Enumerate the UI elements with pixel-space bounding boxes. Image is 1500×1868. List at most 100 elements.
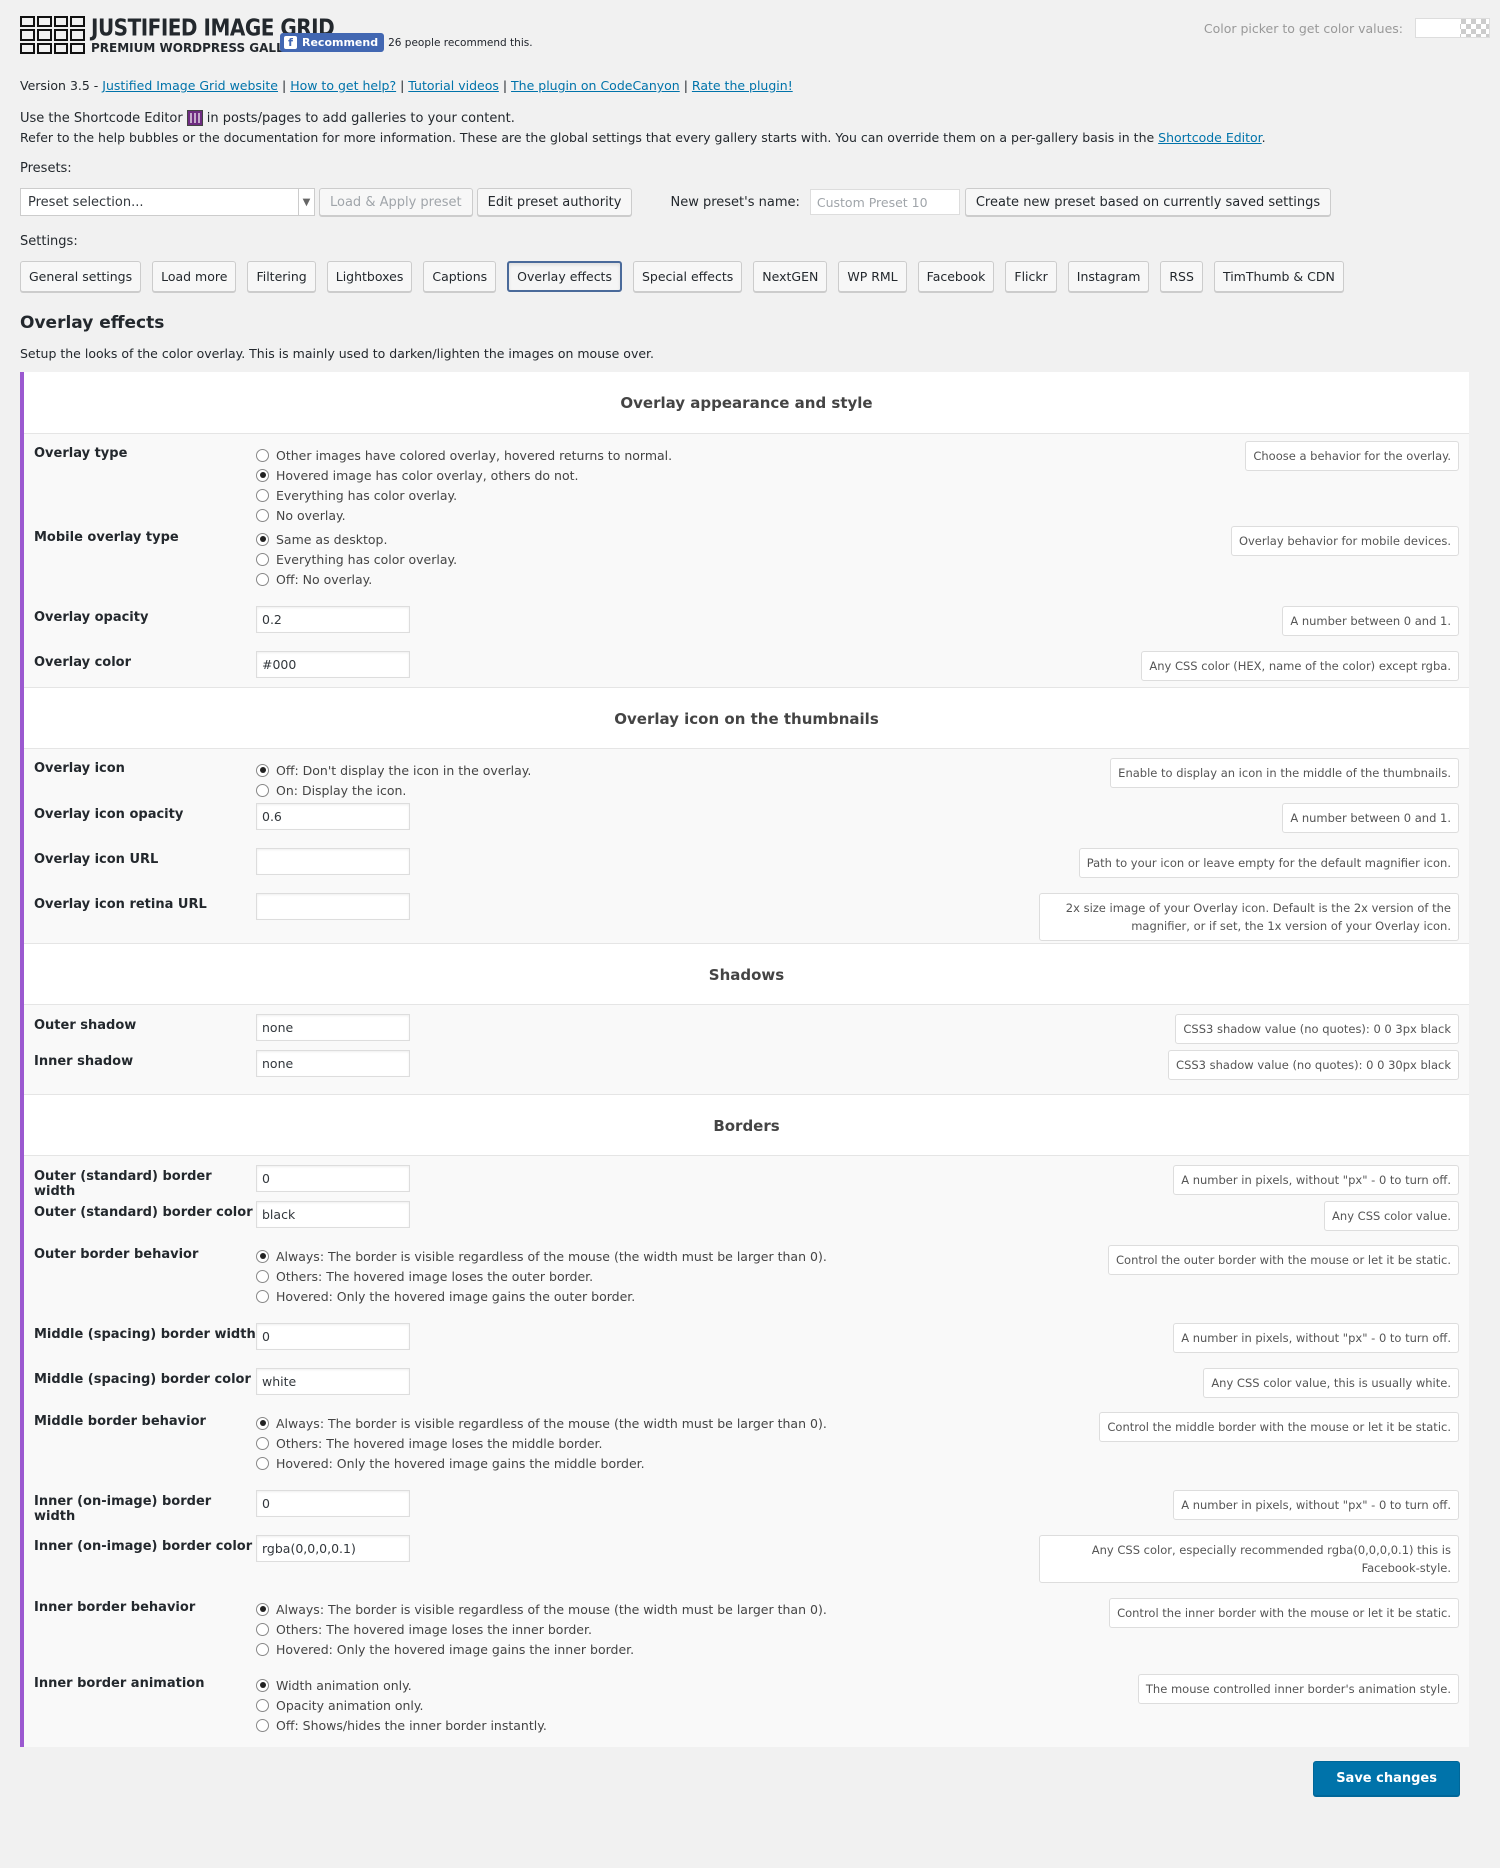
overlay-type-option-3[interactable]: Everything has color overlay.: [256, 485, 1469, 505]
link-codecanyon[interactable]: The plugin on CodeCanyon: [511, 78, 680, 93]
option-label: Off: Shows/hides the inner border instan…: [276, 1717, 547, 1733]
outer-border-option-hovered[interactable]: Hovered: Only the hovered image gains th…: [256, 1286, 1469, 1306]
presets-label: Presets:: [20, 161, 72, 176]
tab-facebook[interactable]: Facebook: [917, 261, 995, 292]
settings-tabs: General settings Load more Filtering Lig…: [20, 261, 1480, 292]
outer-border-width-input[interactable]: 0: [256, 1165, 410, 1192]
row-inner-border-behavior: Inner border behavior Always: The border…: [24, 1598, 1469, 1675]
section-title: Overlay effects: [20, 313, 165, 333]
inner-shadow-input[interactable]: none: [256, 1050, 410, 1077]
link-rate[interactable]: Rate the plugin!: [692, 78, 793, 93]
tab-load-more[interactable]: Load more: [152, 261, 237, 292]
group-overlay-icon: Overlay icon on the thumbnails: [24, 687, 1469, 749]
help-bubble: A number between 0 and 1.: [1282, 606, 1459, 636]
color-picker: Color picker to get color values:: [1204, 18, 1490, 38]
overlay-type-option-4[interactable]: No overlay.: [256, 505, 1469, 525]
outer-border-behavior-label: Outer border behavior: [34, 1247, 199, 1262]
middle-border-color-input[interactable]: white: [256, 1368, 410, 1395]
shortcode-editor-link[interactable]: Shortcode Editor: [1158, 130, 1262, 145]
overlay-icon-opacity-input[interactable]: 0.6: [256, 803, 410, 830]
plugin-header: JUSTIFIED IMAGE GRID PREMIUM WORDPRESS G…: [0, 0, 1500, 70]
tab-rss[interactable]: RSS: [1160, 261, 1203, 292]
color-picker-swatch[interactable]: [1415, 18, 1490, 38]
option-label: Everything has color overlay.: [276, 487, 458, 503]
tab-general-settings[interactable]: General settings: [20, 261, 142, 292]
help-bubble: Any CSS color value.: [1324, 1201, 1459, 1231]
overlay-opacity-input[interactable]: 0.2: [256, 606, 410, 633]
inner-animation-option-off[interactable]: Off: Shows/hides the inner border instan…: [256, 1715, 1469, 1735]
intro-line-1: Use the Shortcode Editor in posts/pages …: [20, 110, 1480, 126]
presets-bar: Preset selection... ▼ Load & Apply prese…: [20, 188, 1480, 216]
option-label: Others: The hovered image loses the midd…: [276, 1435, 603, 1451]
overlay-icon-retina-url-label: Overlay icon retina URL: [34, 897, 207, 912]
help-bubble: Control the middle border with the mouse…: [1099, 1412, 1459, 1442]
group-borders: Borders: [24, 1094, 1469, 1156]
load-apply-preset-button[interactable]: Load & Apply preset: [319, 188, 473, 216]
overlay-icon-label: Overlay icon: [34, 761, 125, 776]
tab-nextgen[interactable]: NextGEN: [753, 261, 828, 292]
option-label: On: Display the icon.: [276, 782, 407, 798]
inner-border-color-label: Inner (on-image) border color: [34, 1539, 253, 1554]
help-bubble: Any CSS color, especially recommended rg…: [1039, 1535, 1459, 1583]
overlay-icon-url-input[interactable]: [256, 848, 410, 875]
settings-label: Settings:: [20, 234, 78, 249]
radio-icon: [256, 783, 269, 797]
overlay-color-input[interactable]: #000: [256, 651, 410, 678]
inner-shadow-label: Inner shadow: [34, 1054, 134, 1069]
row-outer-shadow: Outer shadow none CSS3 shadow value (no …: [24, 1005, 1469, 1050]
tab-flickr[interactable]: Flickr: [1005, 261, 1057, 292]
tab-overlay-effects[interactable]: Overlay effects: [507, 261, 622, 292]
overlay-icon-retina-url-input[interactable]: [256, 893, 410, 920]
radio-icon: [256, 1642, 269, 1656]
middle-border-option-hovered[interactable]: Hovered: Only the hovered image gains th…: [256, 1453, 1469, 1473]
help-bubble: The mouse controlled inner border's anim…: [1137, 1674, 1459, 1704]
grid-logo-icon: [20, 16, 85, 54]
row-overlay-opacity: Overlay opacity 0.2 A number between 0 a…: [24, 606, 1469, 651]
middle-border-width-input[interactable]: 0: [256, 1323, 410, 1350]
radio-selected-icon: [256, 532, 269, 546]
version-text: Version 3.5 -: [20, 78, 103, 93]
inner-border-width-input[interactable]: 0: [256, 1490, 410, 1517]
row-inner-border-color: Inner (on-image) border color rgba(0,0,0…: [24, 1535, 1469, 1599]
tab-instagram[interactable]: Instagram: [1067, 261, 1150, 292]
outer-border-color-input[interactable]: black: [256, 1201, 410, 1228]
option-label: Always: The border is visible regardless…: [276, 1248, 827, 1264]
tab-special-effects[interactable]: Special effects: [632, 261, 743, 292]
facebook-recommend-button[interactable]: f Recommend: [280, 33, 385, 52]
radio-selected-icon: [256, 1416, 269, 1430]
option-label: Everything has color overlay.: [276, 551, 458, 567]
help-bubble: A number in pixels, without "px" - 0 to …: [1173, 1323, 1459, 1353]
link-help[interactable]: How to get help?: [290, 78, 396, 93]
help-bubble: CSS3 shadow value (no quotes): 0 0 3px b…: [1175, 1014, 1459, 1044]
save-changes-button[interactable]: Save changes: [1313, 1761, 1460, 1796]
tab-wp-rml[interactable]: WP RML: [838, 261, 907, 292]
mobile-overlay-option-3[interactable]: Off: No overlay.: [256, 569, 1469, 589]
help-bubble: Choose a behavior for the overlay.: [1245, 441, 1459, 471]
link-tutorials[interactable]: Tutorial videos: [408, 78, 499, 93]
help-bubble: A number in pixels, without "px" - 0 to …: [1173, 1490, 1459, 1520]
overlay-opacity-label: Overlay opacity: [34, 610, 149, 625]
facebook-icon: f: [284, 36, 297, 49]
create-preset-button[interactable]: Create new preset based on currently sav…: [964, 188, 1332, 216]
footer: Save changes: [20, 1747, 1480, 1807]
edit-preset-authority-button[interactable]: Edit preset authority: [476, 188, 633, 216]
tab-lightboxes[interactable]: Lightboxes: [326, 261, 413, 292]
middle-border-behavior-label: Middle border behavior: [34, 1414, 206, 1429]
tab-captions[interactable]: Captions: [423, 261, 497, 292]
inner-border-animation-label: Inner border animation: [34, 1676, 205, 1691]
help-bubble: Any CSS color value, this is usually whi…: [1203, 1368, 1459, 1398]
radio-icon: [256, 488, 269, 502]
mobile-overlay-type-label: Mobile overlay type: [34, 530, 179, 545]
tab-filtering[interactable]: Filtering: [247, 261, 316, 292]
option-label: Hovered: Only the hovered image gains th…: [276, 1455, 645, 1471]
inner-border-color-input[interactable]: rgba(0,0,0,0.1): [256, 1535, 410, 1562]
option-label: Always: The border is visible regardless…: [276, 1415, 827, 1431]
radio-icon: [256, 1289, 269, 1303]
inner-border-option-hovered[interactable]: Hovered: Only the hovered image gains th…: [256, 1639, 1469, 1659]
preset-select[interactable]: Preset selection... ▼: [20, 188, 315, 216]
tab-timthumb-cdn[interactable]: TimThumb & CDN: [1213, 261, 1344, 292]
option-label: Width animation only.: [276, 1677, 412, 1693]
outer-shadow-input[interactable]: none: [256, 1014, 410, 1041]
link-website[interactable]: Justified Image Grid website: [102, 78, 278, 93]
new-preset-name-input[interactable]: Custom Preset 10: [809, 189, 960, 215]
